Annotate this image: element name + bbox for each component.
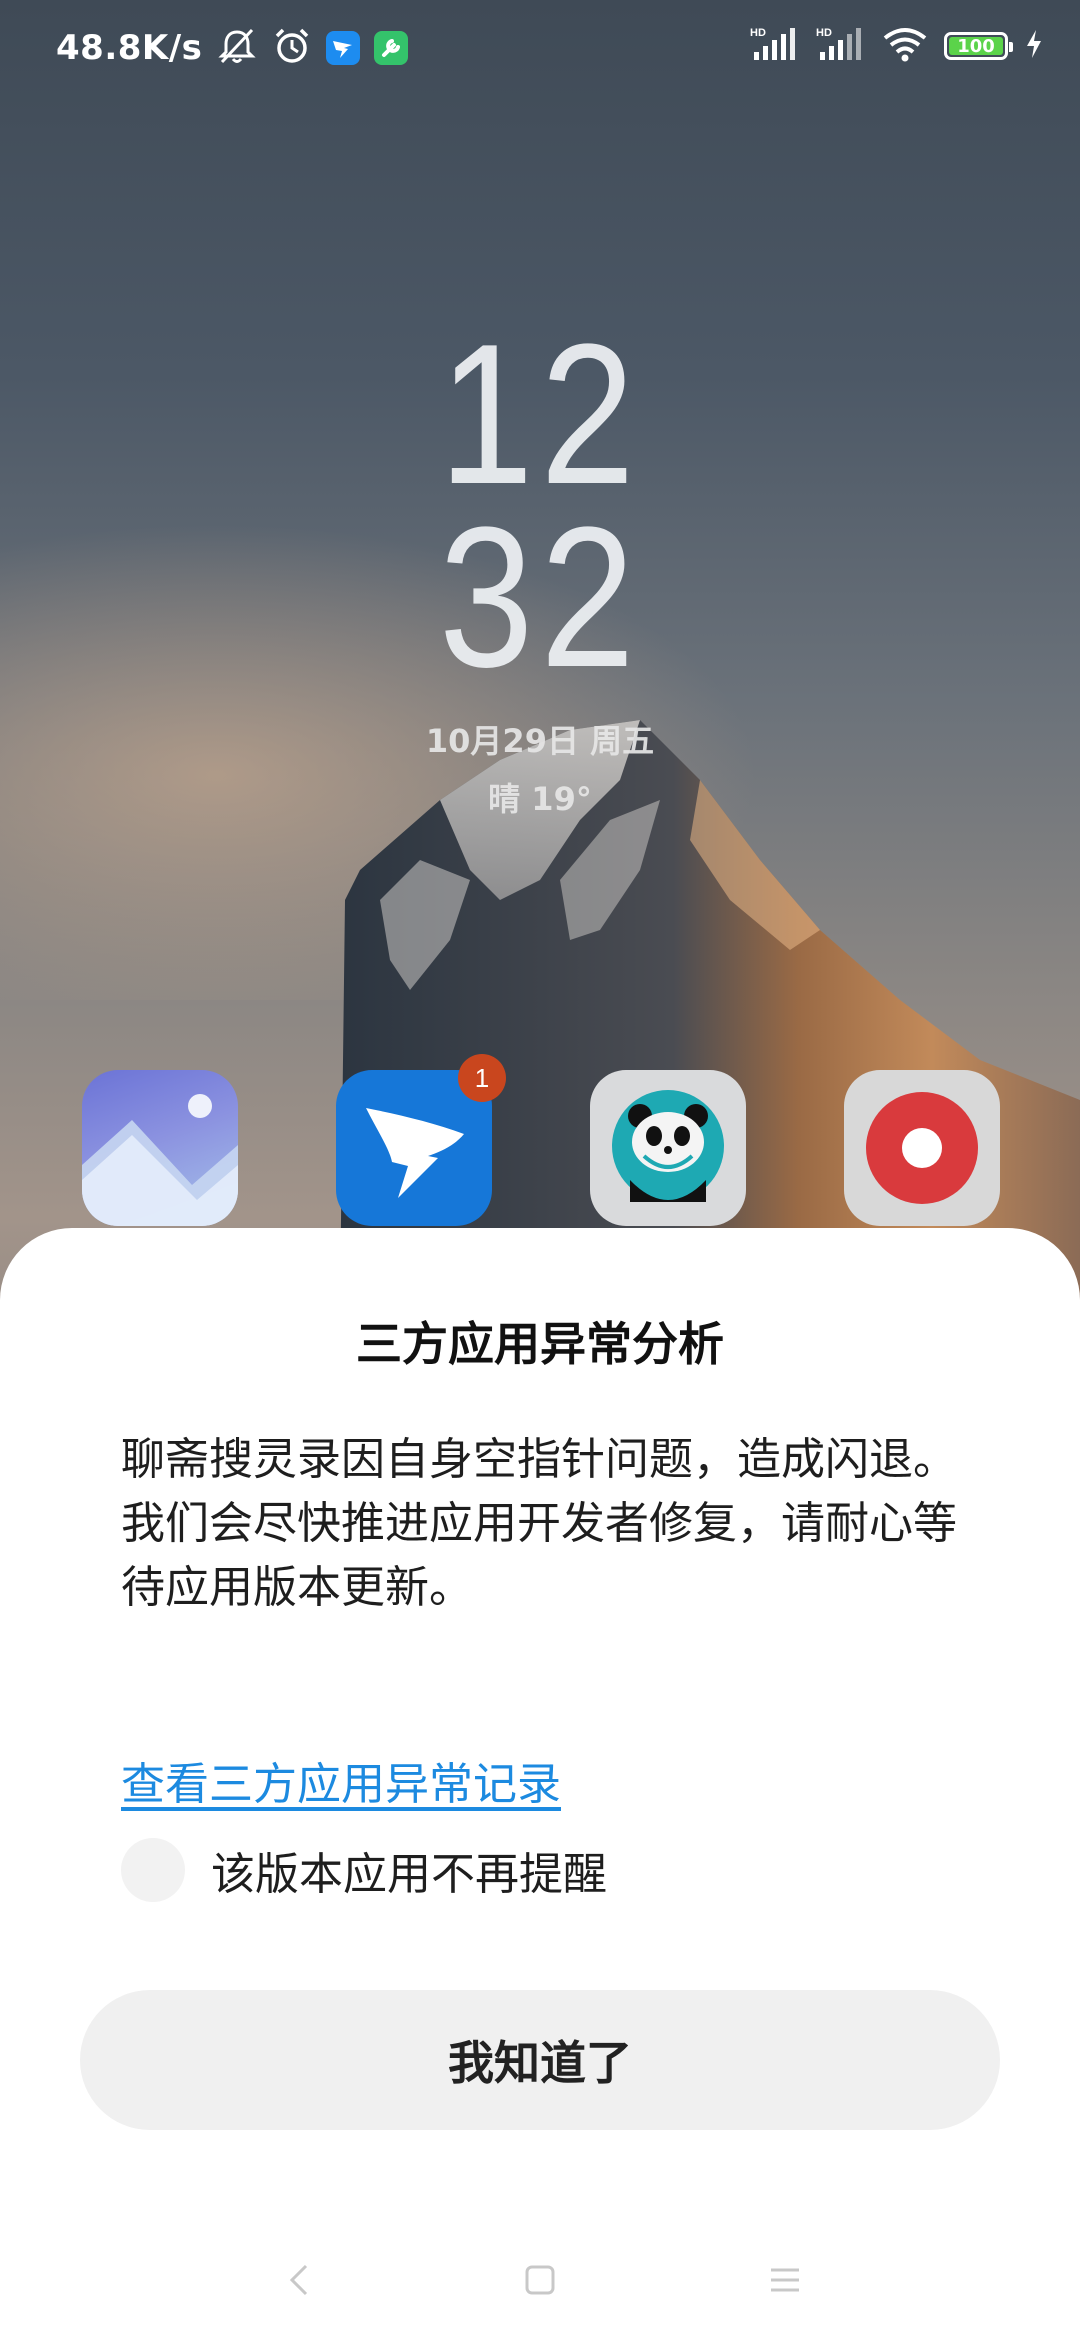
panda-app-icon[interactable] <box>590 1070 746 1226</box>
battery-icon: 100 <box>944 32 1013 60</box>
signal-icon: HD <box>816 26 866 66</box>
dialog-message-line: 聊斋搜灵录因自身空指针问题，造成闪退。 <box>121 1434 957 1485</box>
recorder-app-icon[interactable] <box>844 1070 1000 1226</box>
got-it-button[interactable]: 我知道了 <box>80 1990 1000 2130</box>
signal-icon: HD <box>750 26 800 66</box>
menu-icon[interactable] <box>745 2240 825 2320</box>
do-not-remind-checkbox[interactable] <box>121 1838 185 1902</box>
status-bar: 48.8K/s HD HD 100 <box>0 0 1080 100</box>
lock-screen: 48.8K/s HD HD 100 12 32 10月29日 周五 晴 19° … <box>0 0 1080 2340</box>
mute-icon <box>216 26 258 70</box>
home-icon[interactable] <box>500 2240 580 2320</box>
charging-icon <box>1024 28 1044 64</box>
gallery-app-icon[interactable] <box>82 1070 238 1226</box>
clock-hour: 12 <box>0 315 1080 515</box>
weather-label: 晴 19° <box>488 780 592 818</box>
tool-app-icon <box>374 31 409 65</box>
signal-label: HD <box>750 27 766 39</box>
view-crash-records-link[interactable]: 查看三方应用异常记录 <box>121 1748 561 1812</box>
back-icon[interactable] <box>260 2240 340 2320</box>
do-not-remind-label: 该版本应用不再提醒 <box>211 1849 607 1900</box>
clock-hour-text: 12 <box>438 303 642 526</box>
wifi-icon <box>882 26 928 66</box>
battery-level: 100 <box>957 35 995 57</box>
dingtalk-icon <box>326 31 361 65</box>
status-left: 48.8K/s <box>56 26 409 70</box>
clock-minute-text: 32 <box>438 486 642 709</box>
date-label: 10月29日 周五 <box>425 722 655 760</box>
status-right: HD HD 100 <box>750 26 1044 66</box>
dialog-title: 三方应用异常分析 <box>356 1317 724 1371</box>
app-crash-dialog: 三方应用异常分析 聊斋搜灵录因自身空指针问题，造成闪退。 我们会尽快推进应用开发… <box>0 1228 1080 2340</box>
alarm-icon <box>272 26 312 70</box>
navigation-bar <box>0 2240 1080 2320</box>
clock-minute: 32 <box>0 498 1080 698</box>
notification-badge: 1 <box>458 1054 506 1102</box>
do-not-remind-row[interactable]: 该版本应用不再提醒 <box>121 1838 607 1902</box>
network-speed: 48.8K/s <box>56 28 203 68</box>
dialog-message: 聊斋搜灵录因自身空指针问题，造成闪退。 我们会尽快推进应用开发者修复，请耐心等待… <box>121 1428 961 1620</box>
app-dock: 1 <box>0 1054 1080 1230</box>
dialog-message-line: 我们会尽快推进应用开发者修复，请耐心等待应用版本更新。 <box>121 1498 957 1613</box>
signal-label: HD <box>816 27 832 39</box>
